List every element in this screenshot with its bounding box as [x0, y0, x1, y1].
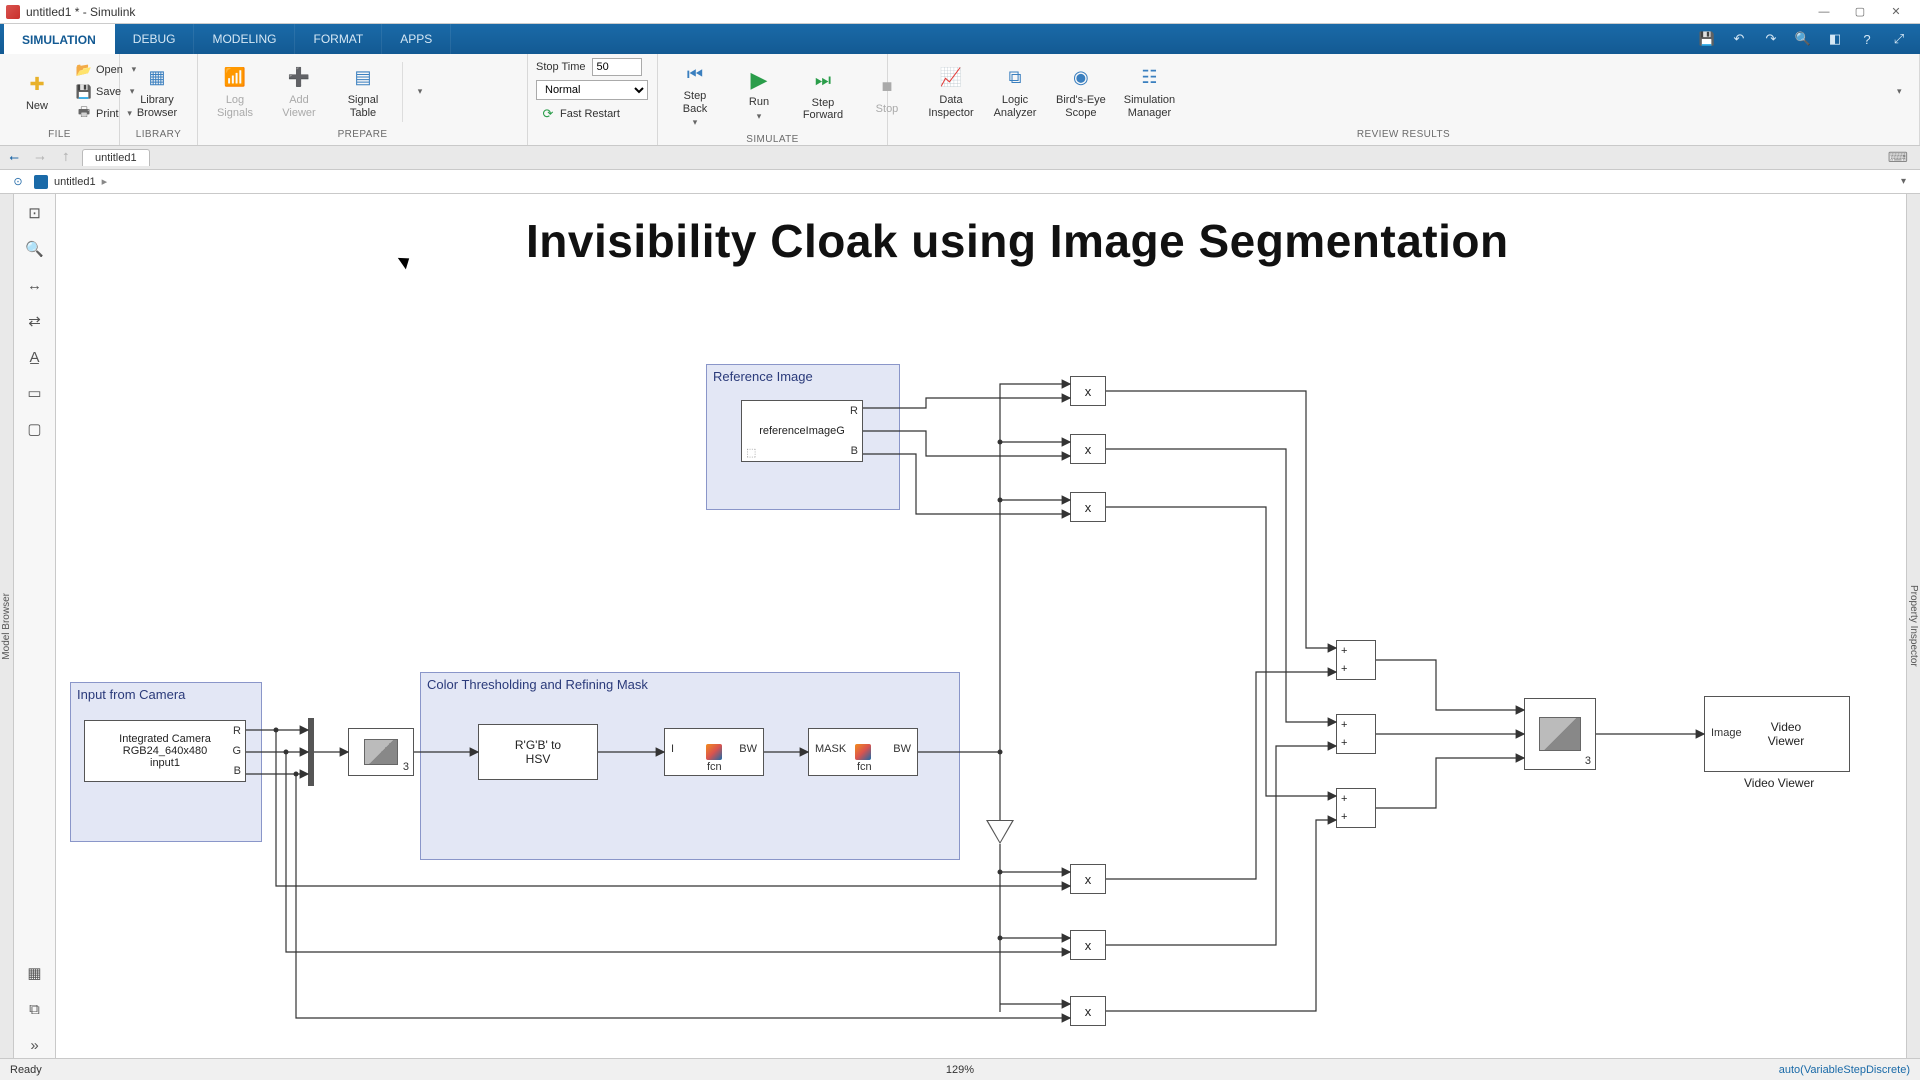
library-browser-button[interactable]: ▦ Library Browser — [128, 62, 186, 121]
nav-up-icon[interactable]: ⭡ — [56, 149, 76, 167]
quick-redo-icon[interactable]: ↷ — [1760, 28, 1782, 50]
add-viewer-button: ➕ Add Viewer — [270, 62, 328, 121]
signal-table-icon: ▤ — [349, 64, 377, 92]
data-inspector-icon: 📈 — [937, 64, 965, 92]
ribbon-tabstrip: SIMULATION DEBUG MODELING FORMAT APPS 💾 … — [0, 24, 1920, 54]
ribbon: ✚ New 📂Open▾ 💾Save▾ 🖶Print▾ FILE ▦ Libra… — [0, 54, 1920, 146]
fast-restart-button[interactable]: ⟳Fast Restart — [536, 104, 624, 124]
new-icon: ✚ — [23, 70, 51, 98]
group-label-library: LIBRARY — [120, 129, 197, 145]
group-label-review: REVIEW RESULTS — [888, 129, 1919, 145]
status-left: Ready — [10, 1064, 42, 1076]
canvas[interactable]: Invisibility Cloak using Image Segmentat… — [56, 194, 1906, 1058]
quick-fullscreen-icon[interactable]: ⤢ — [1888, 28, 1910, 50]
canvas-palette: ⊡ 🔍 ↔ ⇄ A̲ ▭ ▢ ▦ ⧉ » — [14, 194, 56, 1058]
nav-forward-icon[interactable]: ⭢ — [30, 149, 50, 167]
log-signals-button: 📶 Log Signals — [206, 62, 264, 121]
tab-simulation[interactable]: SIMULATION — [4, 24, 115, 54]
group-label-file: FILE — [0, 129, 119, 145]
folder-icon: 📂 — [76, 62, 92, 78]
step-back-button[interactable]: ⏮ Step Back ▾ — [666, 58, 724, 130]
fit-width-icon[interactable]: ↔ — [22, 272, 48, 298]
document-tab[interactable]: untitled1 — [82, 149, 150, 166]
workspace: Model Browser ⊡ 🔍 ↔ ⇄ A̲ ▭ ▢ ▦ ⧉ » Invis… — [0, 194, 1920, 1058]
sim-manager-button[interactable]: ☷ Simulation Manager — [1118, 62, 1181, 121]
logic-analyzer-button[interactable]: ⧉ Logic Analyzer — [986, 62, 1044, 121]
prepare-expand[interactable]: ▾ — [413, 86, 427, 97]
quick-undo-icon[interactable]: ↶ — [1728, 28, 1750, 50]
disk-icon: 💾 — [76, 84, 92, 100]
image-tool-icon[interactable]: ▢ — [22, 416, 48, 442]
quick-help-icon[interactable]: ? — [1856, 28, 1878, 50]
app-icon — [6, 5, 20, 19]
window-title: untitled1 * - Simulink — [26, 5, 135, 19]
zoom-tool-icon[interactable]: 🔍 — [22, 236, 48, 262]
title-bar: untitled1 * - Simulink — ▢ ✕ — [0, 0, 1920, 24]
model-browser-strip[interactable]: Model Browser — [0, 194, 14, 1058]
keyboard-icon[interactable]: ⌨ — [1888, 149, 1916, 166]
new-button[interactable]: ✚ New — [8, 68, 66, 115]
birds-eye-icon: ◉ — [1067, 64, 1095, 92]
maximize-button[interactable]: ▢ — [1842, 2, 1878, 22]
document-tabstrip: ⭠ ⭢ ⭡ untitled1 ⌨ — [0, 146, 1920, 170]
tab-apps[interactable]: APPS — [382, 24, 451, 54]
print-icon: 🖶 — [76, 106, 92, 122]
fast-restart-icon: ⟳ — [540, 106, 556, 122]
property-inspector-strip[interactable]: Property Inspector — [1906, 194, 1920, 1058]
tab-format[interactable]: FORMAT — [295, 24, 382, 54]
stop-time-input[interactable] — [592, 58, 642, 76]
palette-misc1-icon[interactable]: ▦ — [22, 960, 48, 986]
quick-search-icon[interactable]: 🔍 — [1792, 28, 1814, 50]
status-solver[interactable]: auto(VariableStepDiscrete) — [1779, 1064, 1910, 1076]
wires — [56, 194, 1906, 1058]
birds-eye-button[interactable]: ◉ Bird's-Eye Scope — [1050, 62, 1112, 121]
step-back-icon: ⏮ — [681, 60, 709, 88]
tab-debug[interactable]: DEBUG — [115, 24, 195, 54]
model-icon — [34, 175, 48, 189]
quick-save-icon[interactable]: 💾 — [1696, 28, 1718, 50]
status-bar: Ready 129% auto(VariableStepDiscrete) — [0, 1058, 1920, 1080]
quick-access: 💾 ↶ ↷ 🔍 ◧ ? ⤢ — [1696, 24, 1920, 54]
breadcrumb-bar: ⊙ untitled1 ▸ ▾ — [0, 170, 1920, 194]
palette-misc2-icon[interactable]: ⧉ — [22, 996, 48, 1022]
crumb-toggle-icon[interactable]: ⊙ — [8, 175, 28, 188]
run-button[interactable]: ▶ Run ▾ — [730, 64, 788, 124]
data-inspector-button[interactable]: 📈 Data Inspector — [922, 62, 980, 121]
signal-table-button[interactable]: ▤ Signal Table — [334, 62, 392, 121]
annotation-tool-icon[interactable]: A̲ — [22, 344, 48, 370]
review-expand[interactable]: ▾ — [1897, 86, 1911, 97]
crumb-root[interactable]: untitled1 — [54, 176, 96, 188]
quick-marker-icon[interactable]: ◧ — [1824, 28, 1846, 50]
group-label-prepare: PREPARE — [198, 129, 527, 145]
minimize-button[interactable]: — — [1806, 2, 1842, 22]
zoom-fit-icon[interactable]: ⊡ — [22, 200, 48, 226]
play-icon: ▶ — [745, 66, 773, 94]
tab-modeling[interactable]: MODELING — [194, 24, 295, 54]
step-forward-button[interactable]: ⏭ Step Forward — [794, 65, 852, 124]
log-signals-icon: 📶 — [221, 64, 249, 92]
close-button[interactable]: ✕ — [1878, 2, 1914, 22]
chevron-right-icon: ▸ — [102, 175, 108, 188]
crumb-expand-icon[interactable]: ▾ — [1901, 176, 1912, 187]
library-icon: ▦ — [143, 64, 171, 92]
stop-time-label: Stop Time — [536, 61, 586, 73]
area-tool-icon[interactable]: ▭ — [22, 380, 48, 406]
sim-manager-icon: ☷ — [1135, 64, 1163, 92]
palette-expand-icon[interactable]: » — [22, 1032, 48, 1058]
logic-analyzer-icon: ⧉ — [1001, 64, 1029, 92]
status-zoom: 129% — [946, 1064, 974, 1076]
sim-mode-select[interactable]: Normal — [536, 80, 648, 100]
step-forward-icon: ⏭ — [809, 67, 837, 95]
stop-time-field[interactable]: Stop Time — [536, 58, 642, 76]
nav-back-icon[interactable]: ⭠ — [4, 149, 24, 167]
group-label-simulate: SIMULATE — [658, 134, 887, 145]
add-viewer-icon: ➕ — [285, 64, 313, 92]
pan-tool-icon[interactable]: ⇄ — [22, 308, 48, 334]
